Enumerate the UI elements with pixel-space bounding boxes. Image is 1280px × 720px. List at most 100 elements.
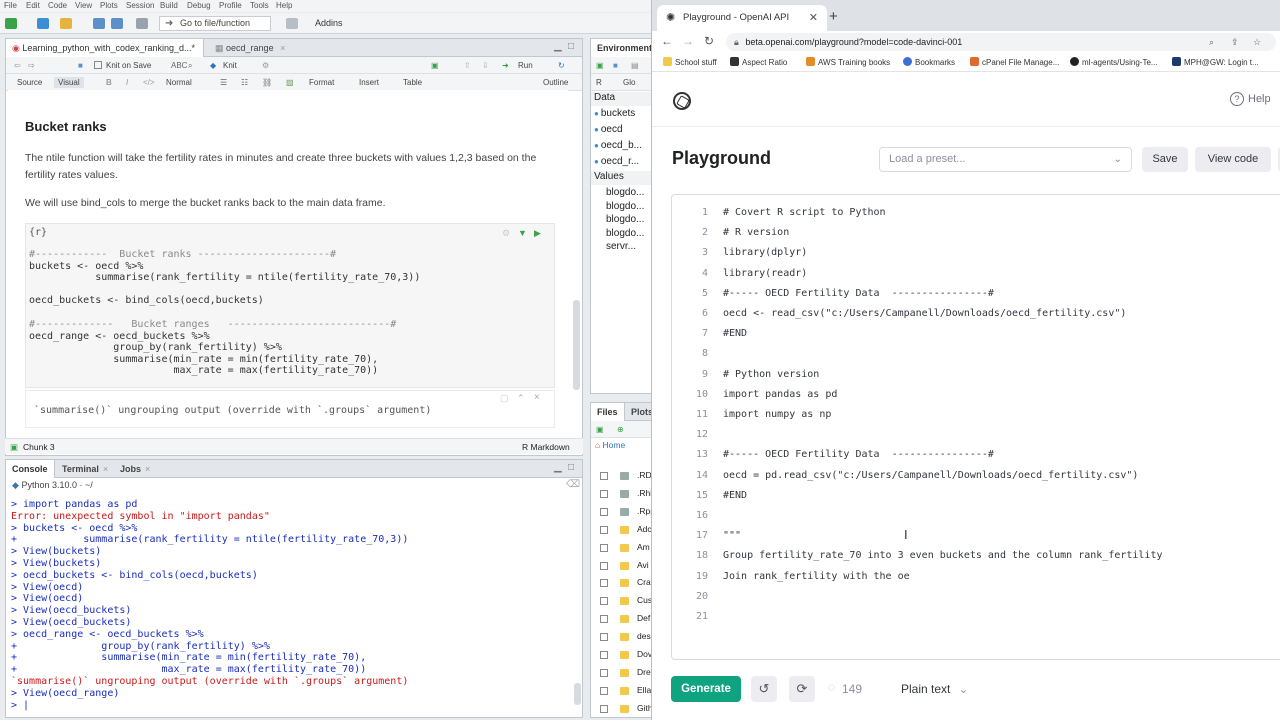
tab-oecd-range[interactable]: ▦ oecd_range ×: [209, 39, 291, 57]
file-row[interactable]: Adc: [591, 523, 651, 539]
console-output[interactable]: > import pandas as pd Error: unexpected s…: [8, 463, 583, 718]
maximize-icon[interactable]: □: [568, 41, 574, 52]
search-icon[interactable]: ⌕: [188, 61, 192, 71]
chunk-settings-icon[interactable]: ⚙: [502, 228, 510, 239]
save-icon[interactable]: [93, 18, 105, 29]
insert-chunk-icon[interactable]: ▣: [431, 61, 439, 70]
insert-menu[interactable]: Insert: [359, 78, 379, 87]
file-checkbox[interactable]: [600, 615, 608, 624]
bookmark-star-icon[interactable]: ☆: [1253, 33, 1261, 51]
addins-menu[interactable]: Addins: [315, 18, 343, 28]
env-value-item[interactable]: blogdo...: [606, 201, 644, 212]
file-checkbox[interactable]: [600, 651, 608, 659]
file-checkbox[interactable]: [600, 597, 608, 606]
regenerate-icon[interactable]: ⟳: [789, 676, 815, 702]
file-checkbox[interactable]: [600, 668, 608, 677]
new-file-icon[interactable]: [5, 18, 17, 29]
view-code-button[interactable]: View code: [1195, 147, 1271, 172]
bookmark-cpanel[interactable]: cPanel File Manage...: [970, 57, 1059, 67]
file-row[interactable]: desi: [591, 630, 651, 646]
undo-icon[interactable]: ↺: [751, 676, 777, 702]
code-button[interactable]: </>: [143, 78, 155, 87]
file-row[interactable]: .RD: [591, 469, 651, 485]
menu-code[interactable]: Code: [48, 1, 67, 10]
expand-icon[interactable]: ●: [594, 125, 599, 134]
help-link[interactable]: ? Help: [1230, 92, 1271, 106]
new-project-icon[interactable]: [37, 18, 49, 29]
italic-button[interactable]: I: [126, 78, 128, 87]
menu-tools[interactable]: Tools: [250, 1, 269, 10]
env-value-item[interactable]: blogdo...: [606, 214, 644, 225]
file-checkbox[interactable]: [600, 543, 608, 552]
file-row[interactable]: .Rhi: [591, 487, 651, 503]
menu-view[interactable]: View: [75, 1, 92, 10]
expand-icon[interactable]: ●: [594, 109, 599, 118]
settings-gear-icon[interactable]: ⚙: [262, 61, 269, 70]
bookmark-mph-gw[interactable]: MPH@GW: Login t...: [1172, 57, 1259, 67]
forward-icon[interactable]: ⇨: [28, 61, 35, 70]
generate-button[interactable]: Generate: [671, 676, 741, 702]
save-button[interactable]: Save: [1142, 147, 1188, 172]
file-checkbox[interactable]: [600, 561, 608, 570]
grid-layout-icon[interactable]: [286, 18, 298, 29]
console-scrollbar[interactable]: [574, 683, 581, 705]
bookmark-ml-agents[interactable]: ml-agents/Using-Te...: [1070, 57, 1158, 67]
file-row[interactable]: Cus: [591, 594, 651, 610]
tab-environment[interactable]: Environment: [591, 39, 651, 57]
new-tab-icon[interactable]: +: [829, 8, 838, 25]
browser-tab-playground[interactable]: ✺ Playground - OpenAI API ✕: [657, 5, 827, 31]
bullet-list-icon[interactable]: ☰: [220, 78, 227, 87]
rerun-icon[interactable]: ↻: [558, 61, 565, 70]
new-blank-file-icon[interactable]: ⊕: [617, 425, 624, 434]
file-row[interactable]: Dov: [591, 648, 651, 664]
run-previous-chunks-icon[interactable]: ▼: [518, 228, 527, 238]
file-checkbox[interactable]: [600, 489, 608, 498]
outline-button[interactable]: Outline: [543, 78, 568, 87]
save-workspace-icon[interactable]: ■: [613, 61, 618, 70]
normal-style-dropdown[interactable]: Normal: [166, 78, 192, 87]
run-arrow-icon[interactable]: ➜: [502, 61, 509, 70]
env-value-item[interactable]: blogdo...: [606, 228, 644, 239]
run-chunk-icon[interactable]: ▶: [534, 228, 541, 239]
menu-session[interactable]: Session: [126, 1, 154, 10]
save-all-icon[interactable]: [111, 18, 123, 29]
link-icon[interactable]: ⛓: [262, 78, 272, 87]
file-checkbox[interactable]: [600, 472, 608, 480]
env-data-item[interactable]: ● oecd_r...: [594, 156, 639, 167]
back-icon[interactable]: ⇦: [14, 61, 21, 70]
close-icon[interactable]: ×: [280, 43, 285, 53]
file-row[interactable]: Def: [591, 612, 651, 628]
chunk-navigator[interactable]: Chunk 3: [23, 442, 55, 452]
share-icon[interactable]: ⇪: [1231, 33, 1239, 51]
source-mode-button[interactable]: Source: [17, 78, 42, 87]
env-data-item[interactable]: ● oecd: [594, 124, 623, 135]
file-row[interactable]: Ella: [591, 684, 651, 700]
clear-output-icon[interactable]: ×: [534, 392, 540, 403]
code-chunk[interactable]: {r} ⚙ ▼ ▶ #------------ Bucket ranks ---…: [25, 223, 555, 388]
knit-on-save-checkbox[interactable]: [94, 61, 102, 69]
file-row[interactable]: Cra: [591, 576, 651, 592]
language-selector[interactable]: R: [596, 78, 602, 87]
bookmark-bookmarks[interactable]: Bookmarks: [903, 57, 955, 67]
run-button[interactable]: Run: [518, 61, 533, 70]
bookmark-aws[interactable]: AWS Training books: [806, 57, 890, 67]
bookmark-aspect-ratio[interactable]: Aspect Ratio: [730, 57, 787, 67]
print-icon[interactable]: [136, 18, 148, 29]
file-checkbox[interactable]: [600, 525, 608, 534]
file-row[interactable]: Am: [591, 541, 651, 557]
env-value-item[interactable]: blogdo...: [606, 187, 644, 198]
openai-logo-icon[interactable]: [673, 92, 691, 110]
up-icon[interactable]: ⇧: [464, 61, 471, 70]
editor-scrollbar[interactable]: [573, 300, 580, 390]
tab-files[interactable]: Files: [591, 403, 625, 421]
file-checkbox[interactable]: [600, 507, 608, 516]
reload-icon[interactable]: ↻: [704, 34, 714, 48]
file-row[interactable]: Dre: [591, 666, 651, 682]
minimize-icon[interactable]: ▁: [554, 41, 562, 52]
file-checkbox[interactable]: [600, 686, 608, 695]
open-folder-icon[interactable]: [60, 18, 72, 29]
format-menu[interactable]: Format: [309, 78, 334, 87]
tab-plots[interactable]: Plots: [625, 403, 651, 421]
mode-dropdown[interactable]: Plain text ⌄: [901, 682, 968, 696]
file-checkbox[interactable]: [600, 633, 608, 642]
